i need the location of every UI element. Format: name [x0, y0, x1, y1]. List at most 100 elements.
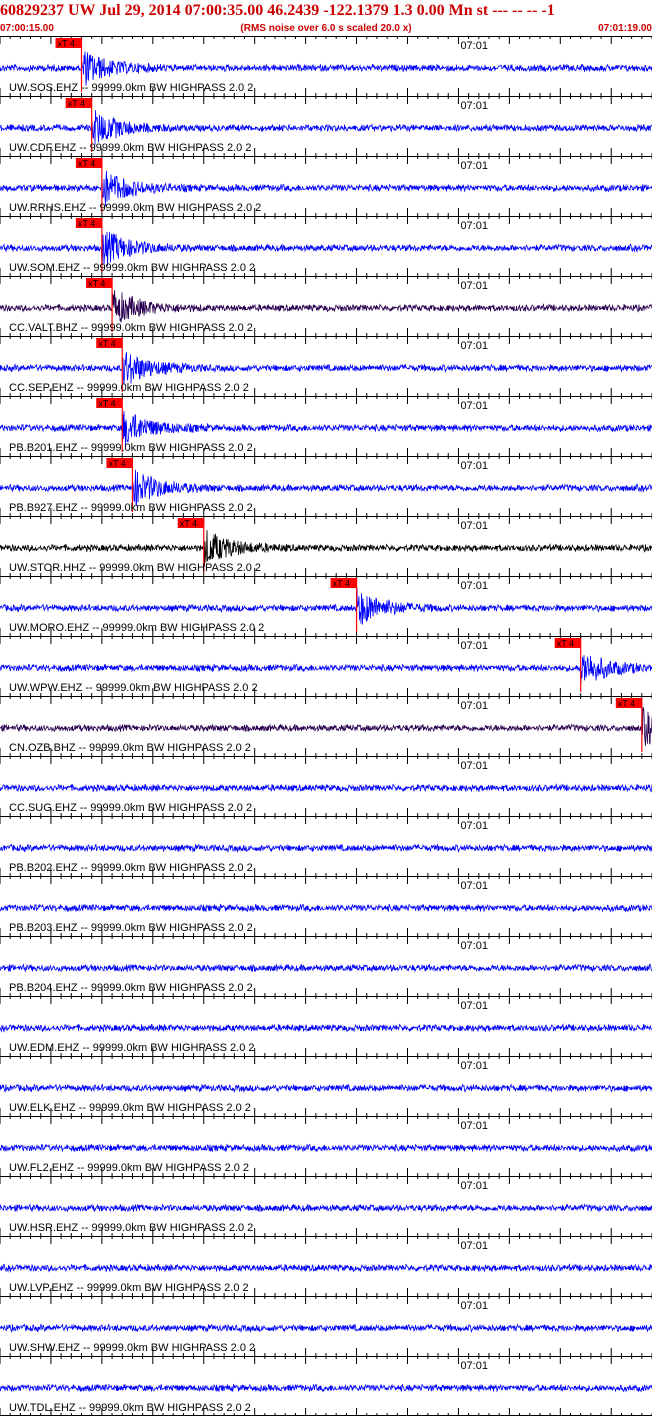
minute-tick-label: 07:01 [460, 820, 488, 832]
waveform-line [0, 51, 652, 86]
waveform-line [0, 963, 652, 973]
trace-panel: 07:01 xT 4 PB.B927.EHZ -- 99999.0km BW HIG… [0, 456, 652, 516]
pick-marker-label: xT 4 [333, 579, 350, 589]
event-header-title: 60829237 UW Jul 29, 2014 07:00:35.00 46.… [0, 2, 555, 19]
trace-station-label: UW.MORO.EHZ -- 99999.0km BW HIGHPASS 2.0… [9, 622, 264, 634]
trace-station-label: CC.SUG.EHZ -- 99999.0km BW HIGHPASS 2.0 … [9, 802, 252, 814]
waveform-line [0, 1083, 652, 1094]
pick-marker-label: xT 4 [68, 99, 85, 109]
waveform-line [0, 843, 652, 854]
waveform-line [0, 903, 652, 913]
trace-station-label: UW.ELK.EHZ -- 99999.0km BW HIGHPASS 2.0 … [9, 1102, 251, 1114]
trace-station-label: CN.OZB.BHZ -- 99999.0km BW HIGHPASS 2.0 … [9, 742, 251, 754]
minute-tick-label: 07:01 [460, 1060, 488, 1072]
trace-station-label: UW.FL2.EHZ -- 99999.0km BW HIGHPASS 2.0 … [9, 1162, 249, 1174]
minute-tick-label: 07:01 [460, 520, 488, 532]
pick-marker-label: xT 4 [557, 639, 574, 649]
minute-tick-label: 07:01 [460, 160, 488, 172]
trace-station-label: UW.WPW.EHZ -- 99999.0km BW HIGHPASS 2.0 … [9, 682, 258, 694]
trace-panel: 07:01 xT 4 CN.OZB.BHZ -- 99999.0km BW HIGH… [0, 696, 652, 756]
trace-panel: 07:01 xT 4 PB.B201.EHZ -- 99999.0km BW HIG… [0, 396, 652, 456]
minute-tick-label: 07:01 [460, 460, 488, 472]
trace-panel: 07:01 xT 4 UW.MORO.EHZ -- 99999.0km BW HIG… [0, 576, 652, 636]
time-range-row: 07:00:15.00 (RMS noise over 6.0 s scaled… [0, 22, 652, 36]
trace-panel: 07:01 xT 4 CC.SEP.EHZ -- 99999.0km BW HIGH… [0, 336, 652, 396]
trace-station-label: UW.HSR.EHZ -- 99999.0km BW HIGHPASS 2.0 … [9, 1222, 253, 1234]
pick-marker-label: xT 4 [108, 459, 125, 469]
waveform-line [0, 655, 652, 684]
waveform-line [0, 783, 652, 793]
waveform-line [0, 1143, 652, 1153]
minute-tick-label: 07:01 [460, 760, 488, 772]
minute-tick-label: 07:01 [460, 580, 488, 592]
minute-tick-label: 07:01 [460, 1300, 488, 1312]
minute-tick-label: 07:01 [460, 280, 488, 292]
waveform-line [0, 110, 652, 145]
end-time-label: 07:01:19.00 [598, 23, 652, 34]
trace-station-label: PB.B201.EHZ -- 99999.0km BW HIGHPASS 2.0… [9, 442, 253, 454]
trace-station-label: UW.TDL.EHZ -- 99999.0km BW HIGHPASS 2.0 … [9, 1402, 251, 1414]
trace-panel: 07:01 UW.LVP.EHZ -- 99999.0km BW HIGHPASS… [0, 1236, 652, 1296]
trace-station-label: UW.CDF.EHZ -- 99999.0km BW HIGHPASS 2.0 … [9, 142, 251, 154]
trace-station-label: UW.SOS.EHZ -- 99999.0km BW HIGHPASS 2.0 … [9, 82, 253, 94]
waveform-line [0, 1323, 652, 1334]
minute-tick-label: 07:01 [460, 1180, 488, 1192]
trace-station-label: UW.SHW.EHZ -- 99999.0km BW HIGHPASS 2.0 … [9, 1342, 255, 1354]
minute-tick-label: 07:01 [460, 700, 488, 712]
minute-tick-label: 07:01 [460, 340, 488, 352]
pick-marker-label: xT 4 [98, 399, 115, 409]
pick-marker-label: xT 4 [180, 519, 197, 529]
trace-panel: 07:01 UW.ELK.EHZ -- 99999.0km BW HIGHPASS… [0, 1056, 652, 1116]
trace-station-label: CC.SEP.EHZ -- 99999.0km BW HIGHPASS 2.0 … [9, 382, 249, 394]
minute-tick-label: 07:01 [460, 640, 488, 652]
trace-panel: 07:01 xT 4 UW.WPW.EHZ -- 99999.0km BW HIGH… [0, 636, 652, 696]
pick-marker-label: xT 4 [618, 699, 635, 709]
pick-marker-label: xT 4 [58, 39, 75, 49]
waveform-line [0, 1023, 652, 1033]
trace-panel: 07:01 UW.EDM.EHZ -- 99999.0km BW HIGHPASS… [0, 996, 652, 1056]
trace-panel: 07:01 xT 4 UW.RRHS.EHZ -- 99999.0km BW HIG… [0, 156, 652, 216]
minute-tick-label: 07:01 [460, 220, 488, 232]
trace-panel: 07:01 PB.B202.EHZ -- 99999.0km BW HIGHPAS… [0, 816, 652, 876]
minute-tick-label: 07:01 [460, 1120, 488, 1132]
waveform-line [0, 290, 652, 323]
minute-tick-label: 07:01 [460, 40, 488, 52]
noise-note-label: (RMS noise over 6.0 s scaled 20.0 x) [240, 23, 412, 34]
minute-tick-label: 07:01 [460, 100, 488, 112]
pick-marker-label: xT 4 [88, 279, 105, 289]
minute-tick-label: 07:01 [460, 1360, 488, 1372]
waveform-line [0, 1203, 652, 1213]
minute-tick-label: 07:01 [460, 1000, 488, 1012]
trace-panel: 07:01 UW.HSR.EHZ -- 99999.0km BW HIGHPASS… [0, 1176, 652, 1236]
trace-panel: 07:01 xT 4 UW.SOM.EHZ -- 99999.0km BW HIGH… [0, 216, 652, 276]
pick-marker-label: xT 4 [98, 339, 115, 349]
trace-station-label: CC.VALT.BHZ -- 99999.0km BW HIGHPASS 2.0… [9, 322, 253, 334]
trace-panel: 07:01 xT 4 UW.SOS.EHZ -- 99999.0km BW HIGH… [0, 36, 652, 96]
minute-tick-label: 07:01 [460, 880, 488, 892]
minute-tick-label: 07:01 [460, 1240, 488, 1252]
trace-station-label: PB.B927.EHZ -- 99999.0km BW HIGHPASS 2.0… [9, 502, 253, 514]
minute-tick-label: 07:01 [460, 940, 488, 952]
trace-station-label: UW.LVP.EHZ -- 99999.0km BW HIGHPASS 2.0 … [9, 1282, 249, 1294]
waveform-line [0, 469, 652, 506]
waveform-line [0, 352, 652, 385]
waveform-line [0, 1383, 652, 1393]
minute-tick-label: 07:01 [460, 400, 488, 412]
trace-panel: 07:01 PB.B203.EHZ -- 99999.0km BW HIGHPAS… [0, 876, 652, 936]
trace-station-label: PB.B202.EHZ -- 99999.0km BW HIGHPASS 2.0… [9, 862, 253, 874]
trace-station-label: UW.SOM.EHZ -- 99999.0km BW HIGHPASS 2.0 … [9, 262, 255, 274]
pick-marker-label: xT 4 [78, 219, 95, 229]
trace-station-label: PB.B204.EHZ -- 99999.0km BW HIGHPASS 2.0… [9, 982, 253, 994]
trace-panel: 07:01 PB.B204.EHZ -- 99999.0km BW HIGHPAS… [0, 936, 652, 996]
trace-panel: 07:01 xT 4 UW.STOR.HHZ -- 99999.0km BW HIG… [0, 516, 652, 576]
pick-marker-label: xT 4 [78, 159, 95, 169]
waveform-line [0, 1263, 652, 1273]
trace-station-label: UW.EDM.EHZ -- 99999.0km BW HIGHPASS 2.0 … [9, 1042, 255, 1054]
trace-panel: 07:01 CC.SUG.EHZ -- 99999.0km BW HIGHPASS… [0, 756, 652, 816]
trace-panel: 07:01 xT 4 UW.CDF.EHZ -- 99999.0km BW HIGH… [0, 96, 652, 156]
trace-panel: 07:01 xT 4 CC.VALT.BHZ -- 99999.0km BW HIG… [0, 276, 652, 336]
trace-panel: 07:01 UW.FL2.EHZ -- 99999.0km BW HIGHPASS… [0, 1116, 652, 1176]
waveform-line [0, 707, 652, 747]
trace-station-label: UW.RRHS.EHZ -- 99999.0km BW HIGHPASS 2.0… [9, 202, 261, 214]
waveform-line [0, 588, 652, 625]
